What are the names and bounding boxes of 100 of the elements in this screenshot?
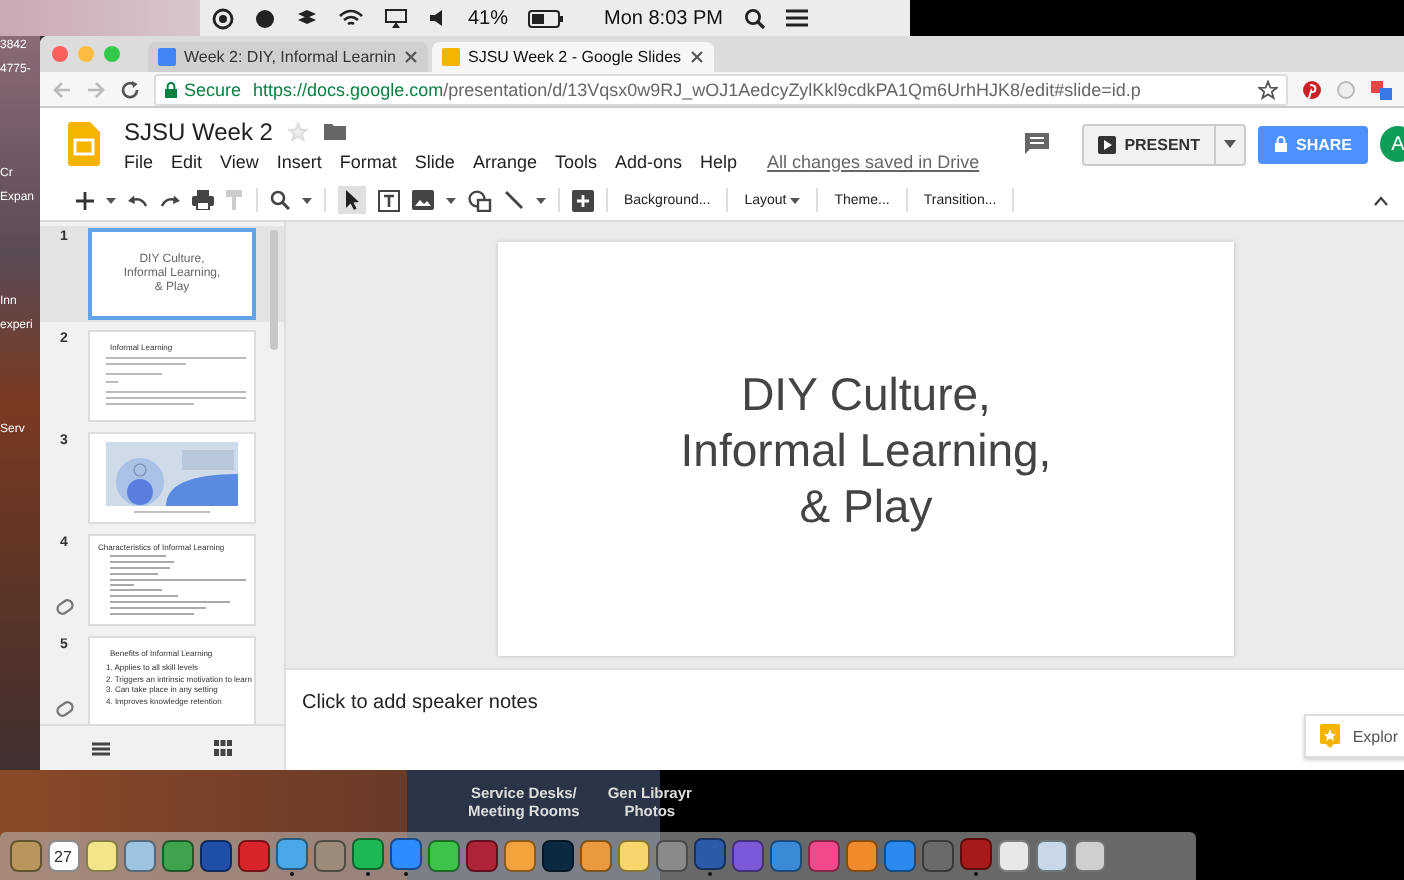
- plus-icon[interactable]: [76, 191, 94, 209]
- save-status-link[interactable]: All changes saved in Drive: [767, 151, 980, 171]
- menu-item[interactable]: Format: [339, 151, 397, 171]
- running-indicator: [403, 871, 407, 875]
- play-icon: [1098, 135, 1117, 153]
- app-icon[interactable]: [123, 840, 155, 872]
- app-icon[interactable]: [427, 840, 459, 872]
- close-tab-icon[interactable]: [689, 50, 704, 64]
- extension-icon[interactable]: [1370, 79, 1392, 99]
- app-icon[interactable]: [161, 840, 193, 872]
- close-tab-icon[interactable]: [403, 50, 418, 64]
- caret-icon[interactable]: [106, 197, 116, 203]
- list-icon[interactable]: [785, 8, 807, 28]
- search-icon[interactable]: [743, 7, 765, 29]
- comment-icon[interactable]: [1024, 132, 1051, 156]
- image-icon[interactable]: [412, 190, 434, 210]
- circle-icon[interactable]: [212, 7, 234, 29]
- browser-tab[interactable]: Week 2: DIY, Informal Learnin: [148, 42, 428, 72]
- diagram-drawing: [106, 442, 238, 514]
- undo-icon[interactable]: [128, 193, 148, 207]
- reload-icon[interactable]: [120, 79, 140, 99]
- bullet-list-drawing: [106, 554, 246, 618]
- account-avatar[interactable]: A: [1380, 126, 1404, 162]
- list-view-icon[interactable]: [92, 741, 110, 755]
- wifi-icon[interactable]: [338, 8, 364, 28]
- running-indicator: [707, 871, 711, 875]
- slide-thumbnail[interactable]: [88, 432, 256, 524]
- star-icon[interactable]: [1258, 79, 1278, 99]
- app-icon[interactable]: [199, 840, 231, 872]
- paperclip-icon: [53, 698, 75, 720]
- app-icon[interactable]: [1073, 840, 1105, 872]
- document-title[interactable]: SJSU Week 2: [124, 117, 273, 145]
- app-icon[interactable]: [1035, 840, 1067, 872]
- add-comment-icon[interactable]: [572, 189, 594, 211]
- menu-item[interactable]: File: [124, 151, 154, 171]
- paperclip-icon: [53, 596, 75, 618]
- caret-icon[interactable]: [1223, 140, 1236, 148]
- cursor-icon[interactable]: [338, 186, 366, 214]
- app-icon[interactable]: [731, 840, 763, 872]
- address-field[interactable]: Secure https://docs.google.com/presentation/d/13Vqsx0w9RJ_wOJ1AedcyZylKkl9cdkPA1Qm6UrhHJK8/edit#slide=id.p: [154, 73, 1288, 105]
- app-icon[interactable]: [655, 840, 687, 872]
- browser-tab[interactable]: SJSU Week 2 - Google Slides: [431, 42, 714, 72]
- app-icon[interactable]: [237, 840, 269, 872]
- clock[interactable]: Mon 8:03 PM: [604, 7, 723, 29]
- app-icon[interactable]: [769, 840, 801, 872]
- collapse-icon[interactable]: [1374, 195, 1388, 205]
- menu-item[interactable]: Edit: [171, 151, 203, 171]
- app-icon[interactable]: [351, 837, 383, 869]
- calendar-app-icon[interactable]: 27: [47, 840, 79, 872]
- menu-item[interactable]: Help: [700, 151, 738, 171]
- text-lines-drawing: [106, 356, 246, 408]
- menu-item[interactable]: View: [220, 151, 259, 171]
- caret-icon[interactable]: [536, 197, 546, 203]
- slide-canvas[interactable]: DIY Culture, Informal Learning, & Play: [498, 242, 1234, 656]
- menu-item[interactable]: Add-ons: [614, 151, 683, 171]
- app-icon[interactable]: [617, 840, 649, 872]
- menu-item[interactable]: Insert: [276, 151, 322, 171]
- text-box-icon[interactable]: [378, 189, 400, 211]
- pin-icon[interactable]: [1302, 79, 1322, 99]
- display-icon[interactable]: [384, 8, 408, 28]
- app-icon[interactable]: [541, 840, 573, 872]
- battery-icon[interactable]: [528, 9, 565, 27]
- caret-icon[interactable]: [446, 197, 456, 203]
- caret-icon: [790, 197, 801, 203]
- running-indicator: [365, 871, 369, 875]
- running-indicator: [289, 871, 293, 875]
- redo-icon[interactable]: [160, 193, 180, 207]
- app-icon[interactable]: [959, 837, 991, 869]
- box-icon[interactable]: [296, 7, 318, 29]
- folder-icon[interactable]: [324, 122, 347, 140]
- menu-item[interactable]: Tools: [554, 151, 597, 171]
- lock-icon: [1273, 136, 1288, 152]
- menu-item[interactable]: Slide: [414, 151, 455, 171]
- explore-button[interactable]: Explor: [1304, 714, 1404, 758]
- app-icon[interactable]: [9, 840, 41, 872]
- app-icon[interactable]: [997, 840, 1029, 872]
- app-icon[interactable]: [389, 837, 421, 869]
- app-icon[interactable]: [313, 840, 345, 872]
- app-icon[interactable]: [693, 837, 725, 869]
- app-icon[interactable]: [275, 837, 307, 869]
- app-icon[interactable]: [845, 840, 877, 872]
- app-icon[interactable]: [807, 840, 839, 872]
- zoom-icon[interactable]: [270, 190, 290, 210]
- menu-item[interactable]: Arrange: [472, 151, 537, 171]
- lock-icon: [164, 81, 178, 97]
- print-icon[interactable]: [192, 190, 214, 210]
- app-icon[interactable]: [883, 840, 915, 872]
- battery-percent: 41%: [468, 7, 509, 29]
- app-icon[interactable]: [503, 840, 535, 872]
- shapes-icon[interactable]: [468, 189, 492, 211]
- explore-icon: [1320, 724, 1341, 748]
- grid-view-icon[interactable]: [214, 740, 232, 756]
- app-icon[interactable]: [85, 840, 117, 872]
- slide-title[interactable]: DIY Culture, Informal Learning, & Play: [680, 365, 1052, 533]
- speaker-icon[interactable]: [428, 8, 448, 28]
- caret-icon[interactable]: [302, 197, 312, 203]
- circle-icon[interactable]: [254, 7, 276, 29]
- app-icon[interactable]: [579, 840, 611, 872]
- line-icon[interactable]: [504, 190, 524, 210]
- app-icon[interactable]: [465, 840, 497, 872]
